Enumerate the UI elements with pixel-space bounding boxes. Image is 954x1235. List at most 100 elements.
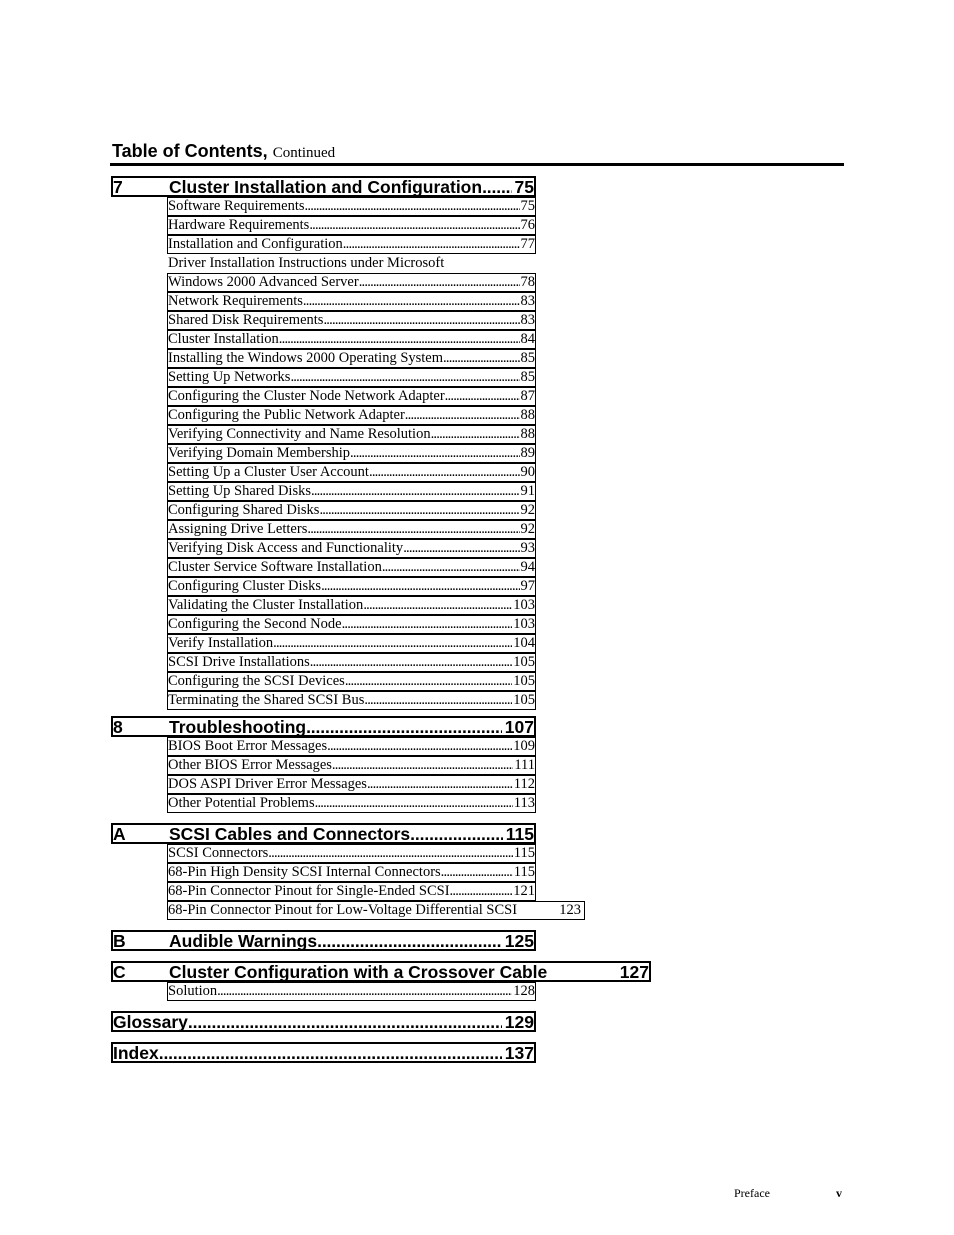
toc-index[interactable]: Index 137 (111, 1042, 536, 1063)
toc-section[interactable]: Shared Disk Requirements 83 (167, 311, 536, 330)
section-title: Configuring Shared Disks (168, 502, 320, 518)
footer-page-number: v (836, 1186, 842, 1200)
toc-section[interactable]: Configuring the Public Network Adapter 88 (167, 406, 536, 425)
toc-section[interactable]: BIOS Boot Error Messages 109 (167, 737, 536, 756)
dot-leader (315, 795, 513, 812)
dot-leader (403, 540, 519, 557)
toc-section[interactable]: Configuring the SCSI Devices 105 (167, 672, 536, 691)
dot-leader (188, 1013, 502, 1030)
dot-leader (410, 825, 503, 842)
section-page: 84 (520, 331, 536, 347)
toc-section[interactable]: Verifying Disk Access and Functionality 9… (167, 539, 536, 558)
toc-section[interactable]: Verifying Domain Membership 89 (167, 444, 536, 463)
section-title: Setting Up a Cluster User Account (168, 464, 369, 480)
dot-leader (279, 331, 520, 348)
toc-section[interactable]: Hardware Requirements 76 (167, 216, 536, 235)
section-page: 115 (513, 864, 535, 880)
toc-section[interactable]: Other Potential Problems 113 (167, 794, 536, 813)
footer-section-label: Preface (734, 1186, 770, 1200)
chapter-page: 107 (504, 717, 534, 737)
section-page: 105 (513, 673, 535, 689)
dot-leader (445, 388, 520, 405)
dot-leader (345, 673, 512, 690)
section-page: 97 (520, 578, 536, 594)
section-title: Driver Installation Instructions under M… (168, 255, 445, 271)
toc-section[interactable]: Configuring Cluster Disks 97 (167, 577, 536, 596)
toc-section[interactable]: 68-Pin High Density SCSI Internal Connec… (167, 863, 536, 882)
toc-section[interactable]: Cluster Installation 84 (167, 330, 536, 349)
toc-section[interactable]: Solution 128 (167, 982, 536, 1001)
toc-chapter-8[interactable]: 8 Troubleshooting 107 (111, 716, 536, 737)
toc-section[interactable]: Configuring the Cluster Node Network Ada… (167, 387, 536, 406)
glossary-title: Glossary (113, 1012, 188, 1032)
toc-section[interactable]: Windows 2000 Advanced Server 78 (167, 273, 536, 292)
section-page: 83 (520, 312, 536, 328)
section-page: 105 (513, 654, 535, 670)
toc-section[interactable]: Driver Installation Instructions under M… (167, 254, 536, 273)
toc-section[interactable]: Cluster Service Software Installation 94 (167, 558, 536, 577)
section-title: Verify Installation (168, 635, 274, 651)
toc-chapter-7[interactable]: 7 Cluster Installation and Configuration… (111, 176, 536, 197)
toc-section[interactable]: DOS ASPI Driver Error Messages 112 (167, 775, 536, 794)
section-title: Setting Up Shared Disks (168, 483, 311, 499)
toc-section[interactable]: Terminating the Shared SCSI Bus 105 (167, 691, 536, 710)
section-page: 90 (520, 464, 536, 480)
dot-leader (363, 597, 512, 614)
section-page: 92 (520, 521, 536, 537)
toc-section[interactable]: Setting Up a Cluster User Account 90 (167, 463, 536, 482)
toc-appendix-c[interactable]: C Cluster Configuration with a Crossover… (111, 961, 651, 982)
dot-leader (367, 776, 513, 793)
dot-leader (306, 718, 502, 735)
toc-section[interactable]: Validating the Cluster Installation 103 (167, 596, 536, 615)
toc-section[interactable]: Installation and Configuration 77 (167, 235, 536, 254)
toc-section[interactable]: Software Requirements 75 (167, 197, 536, 216)
dot-leader (307, 521, 519, 538)
toc-section[interactable]: Assigning Drive Letters 92 (167, 520, 536, 539)
section-title: Network Requirements (168, 293, 303, 309)
toc-section[interactable]: Configuring the Second Node 103 (167, 615, 536, 634)
toc-appendix-a[interactable]: A SCSI Cables and Connectors 115 (111, 823, 536, 844)
toc-section[interactable]: SCSI Connectors 115 (167, 844, 536, 863)
section-page: 128 (513, 983, 535, 999)
toc-section[interactable]: 68-Pin Connector Pinout for Low-Voltage … (167, 901, 585, 920)
toc-section[interactable]: Installing the Windows 2000 Operating Sy… (167, 349, 536, 368)
section-title: Other BIOS Error Messages (168, 757, 332, 773)
toc-section[interactable]: Configuring Shared Disks 92 (167, 501, 536, 520)
dot-leader (327, 738, 512, 755)
chapter-page: 75 (514, 177, 534, 197)
section-title: DOS ASPI Driver Error Messages (168, 776, 367, 792)
toc-section[interactable]: Verify Installation 104 (167, 634, 536, 653)
chapter-title: SCSI Cables and Connectors (169, 824, 411, 844)
header-title: Table of Contents, (112, 141, 268, 161)
section-title: Verifying Domain Membership (168, 445, 351, 461)
toc-glossary[interactable]: Glossary 129 (111, 1011, 536, 1032)
section-page: 113 (513, 795, 535, 811)
dot-leader (310, 654, 512, 671)
table-of-contents: 7 Cluster Installation and Configuration… (111, 176, 651, 1063)
toc-section[interactable]: Other BIOS Error Messages 111 (167, 756, 536, 775)
toc-section[interactable]: Network Requirements 83 (167, 292, 536, 311)
dot-leader (332, 757, 513, 774)
toc-section[interactable]: Setting Up Shared Disks 91 (167, 482, 536, 501)
section-page: 77 (520, 236, 536, 252)
section-page: 103 (513, 616, 535, 632)
dot-leader (303, 293, 520, 310)
toc-section[interactable]: Verifying Connectivity and Name Resoluti… (167, 425, 536, 444)
toc-section[interactable]: 68-Pin Connector Pinout for Single-Ended… (167, 882, 536, 901)
section-page: 94 (520, 559, 536, 575)
section-page: 115 (513, 845, 535, 861)
section-title: Solution (168, 983, 218, 999)
dot-leader (450, 883, 513, 900)
section-title: Configuring the Cluster Node Network Ada… (168, 388, 445, 404)
section-title: Configuring the Second Node (168, 616, 342, 632)
toc-section[interactable]: Setting Up Networks 85 (167, 368, 536, 387)
dot-leader (311, 483, 520, 500)
header-rule (110, 163, 844, 166)
section-title: Software Requirements (168, 198, 305, 214)
section-title: Setting Up Networks (168, 369, 291, 385)
section-page: 83 (520, 293, 536, 309)
dot-leader (321, 578, 519, 595)
toc-appendix-b[interactable]: B Audible Warnings 125 (111, 930, 536, 951)
section-title: SCSI Drive Installations (168, 654, 310, 670)
toc-section[interactable]: SCSI Drive Installations 105 (167, 653, 536, 672)
